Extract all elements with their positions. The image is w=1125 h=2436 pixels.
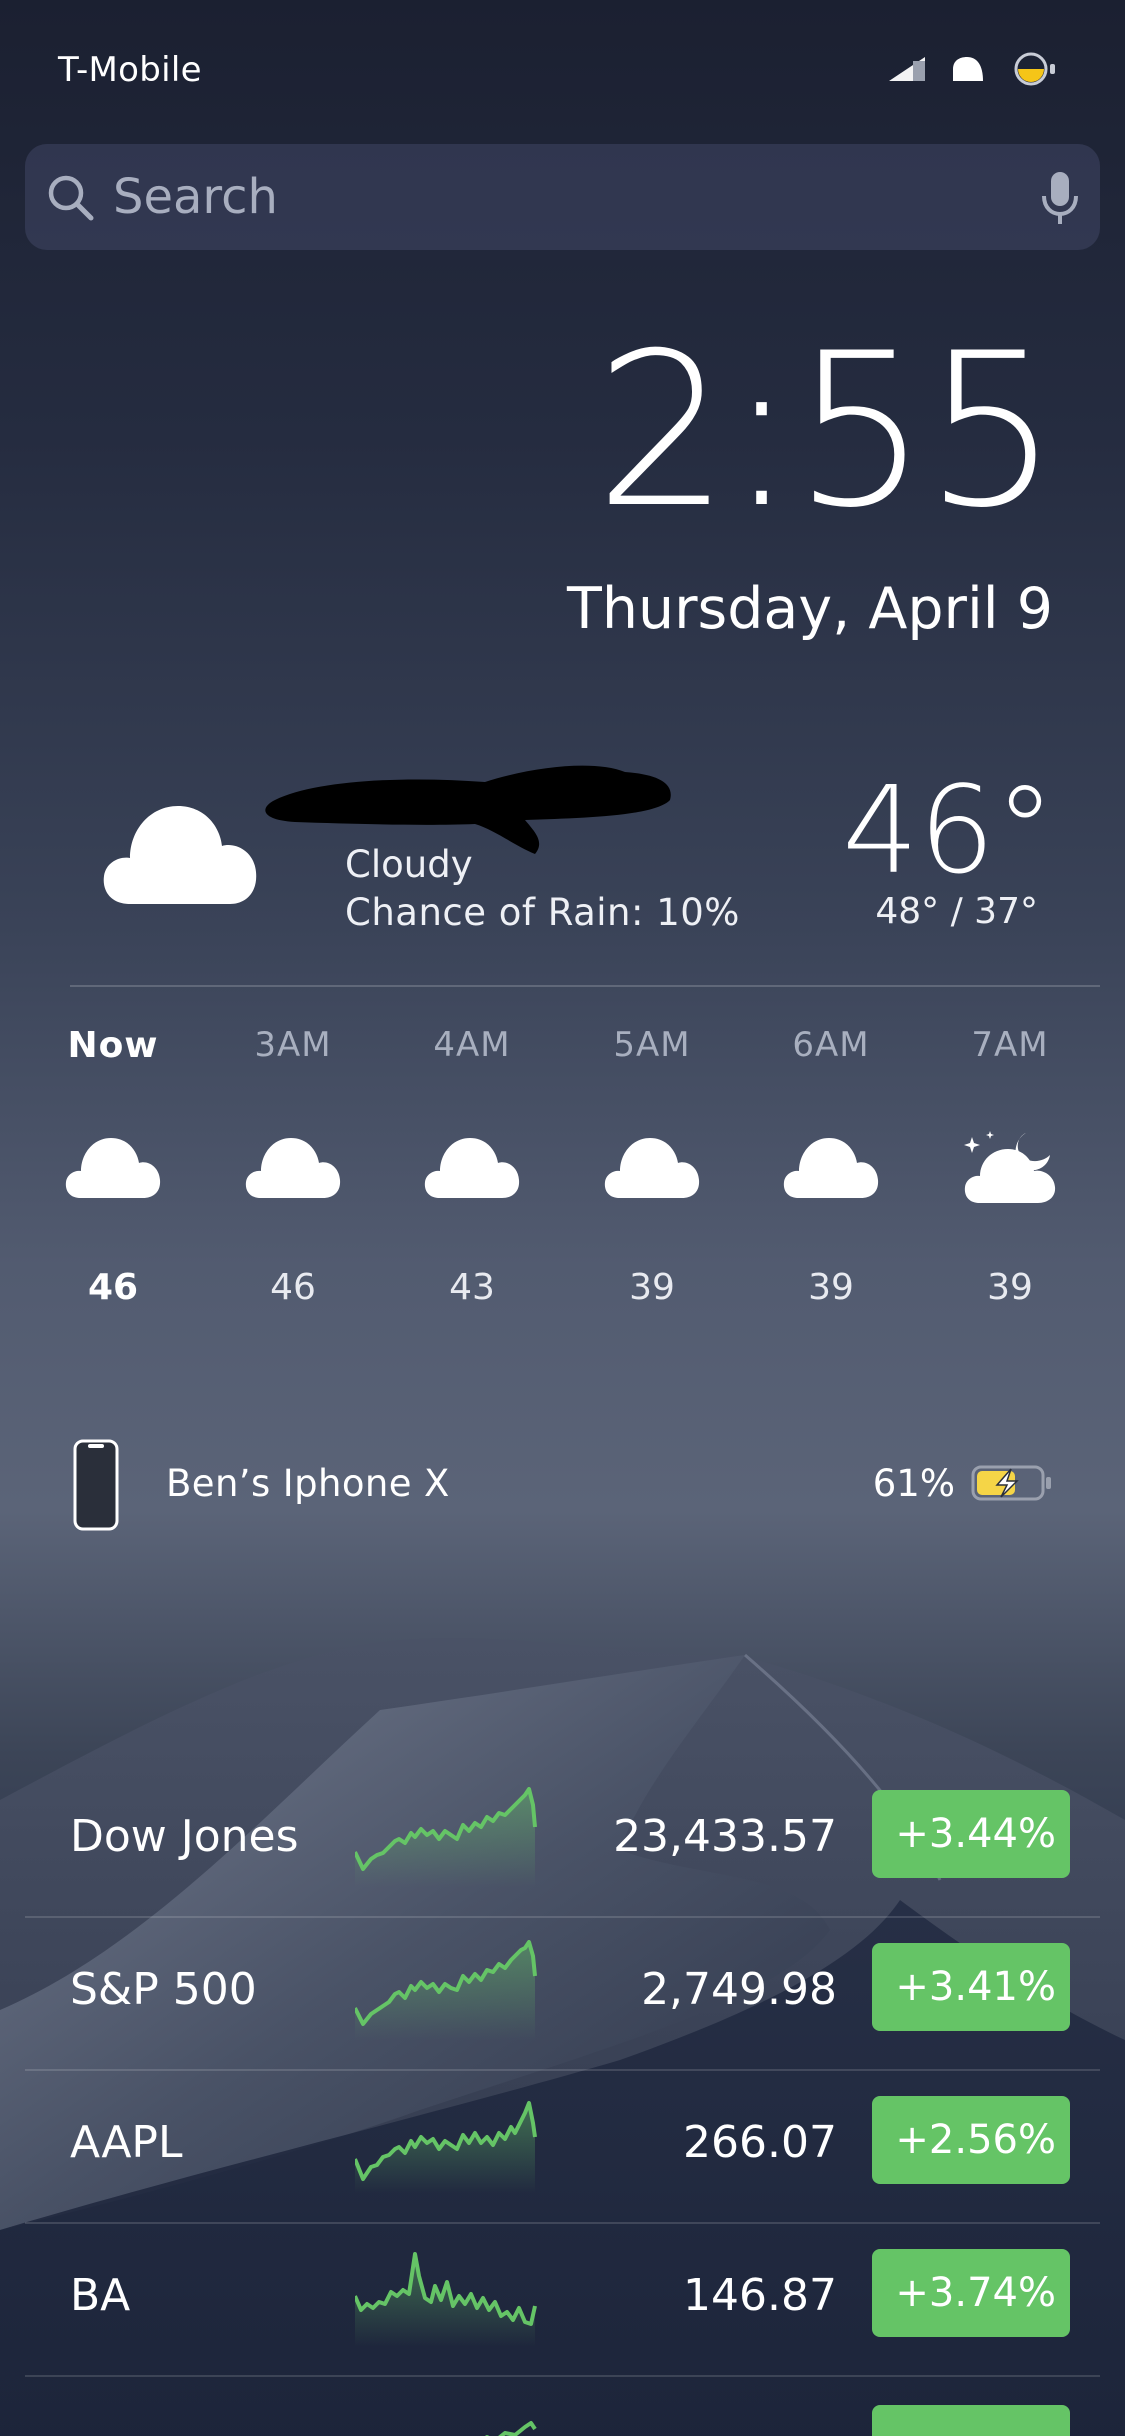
stock-symbol: S&P 500 [70,1964,257,2015]
stock-change-badge[interactable]: +2.56% [872,2096,1070,2184]
stock-change-badge[interactable] [872,2405,1070,2436]
stock-sparkline [355,2101,537,2193]
stock-price: 23,433.57 [613,1811,837,1862]
hour-label: 5AM [613,1025,691,1065]
stock-change-badge[interactable]: +3.44% [872,1790,1070,1878]
hourly-forecast-now: Now 46 [23,1025,203,1308]
hour-temperature: 39 [808,1267,854,1308]
stock-change-badge[interactable]: +3.74% [872,2249,1070,2337]
cloud-icon [783,1138,879,1198]
battery-charging-icon [971,1465,1051,1501]
lock-screen-date: Thursday, April 9 [567,576,1053,642]
stock-row[interactable]: S&P 500 2,749.98 +3.41% [25,1916,1100,2071]
stock-price: 146.87 [683,2270,837,2321]
stock-row[interactable]: BA 146.87 +3.74% [25,2222,1100,2377]
stock-symbol: AAPL [70,2117,183,2168]
stock-sparkline [355,1940,537,2040]
hour-label: 6AM [792,1025,870,1065]
stock-sparkline [355,1787,537,1887]
lock-screen-time: 2:55 [594,307,1059,554]
current-temperature: 46° [842,762,1055,901]
stock-sparkline [355,2252,537,2346]
search-icon [48,175,94,221]
wifi-icon [953,57,983,81]
stock-row[interactable]: AAPL 266.07 +2.56% [25,2069,1100,2224]
hour-temperature: 46 [270,1267,316,1308]
device-name: Ben’s Iphone X [166,1462,450,1505]
hour-label: 4AM [433,1025,511,1065]
status-icons [887,52,1059,86]
hour-temperature: 43 [449,1267,495,1308]
stock-symbol: BA [70,2270,131,2321]
hour-label: Now [67,1025,159,1066]
hour-label: 7AM [971,1025,1049,1065]
partly-cloudy-night-icon [964,1131,1056,1203]
stock-change-badge[interactable]: +3.41% [872,1943,1070,2031]
cloud-icon [604,1138,700,1198]
cellular-signal-icon [889,57,925,81]
device-battery-percent: 61% [872,1462,955,1505]
microphone-icon[interactable] [1040,170,1080,228]
stock-row[interactable]: Dow Jones 23,433.57 +3.44% [25,1763,1100,1918]
cloud-icon [65,1138,161,1198]
hourly-forecast-4am: 4AM 43 [382,1025,562,1308]
hourly-forecast-3am: 3AM 46 [203,1025,383,1308]
stock-sparkline [484,2421,537,2436]
hour-temperature: 46 [87,1267,139,1308]
cloud-icon [245,1138,341,1198]
hour-temperature: 39 [987,1267,1033,1308]
rain-chance: Chance of Rain: 10% [345,891,740,934]
hourly-forecast-7am: 7AM 39 [920,1025,1100,1308]
weather-condition: Cloudy [345,843,473,886]
hour-label: 3AM [254,1025,332,1065]
stock-price: 266.07 [683,2117,837,2168]
hour-temperature: 39 [629,1267,675,1308]
high-low-temperature: 48° / 37° [875,891,1038,932]
cloud-icon [103,806,257,904]
hourly-forecast-6am: 6AM 39 [741,1025,921,1308]
search-bar[interactable] [25,144,1100,250]
carrier-name: T-Mobile [58,50,202,90]
hourly-forecast-5am: 5AM 39 [562,1025,742,1308]
iphone-icon [73,1439,119,1531]
cloud-icon [424,1138,520,1198]
battery-low-power-icon [1014,52,1055,86]
search-input[interactable] [113,144,1013,250]
stock-row-partial[interactable] [25,2375,1100,2436]
weather-divider [70,985,1100,987]
stock-symbol: Dow Jones [70,1811,299,1862]
stock-price: 2,749.98 [641,1964,837,2015]
